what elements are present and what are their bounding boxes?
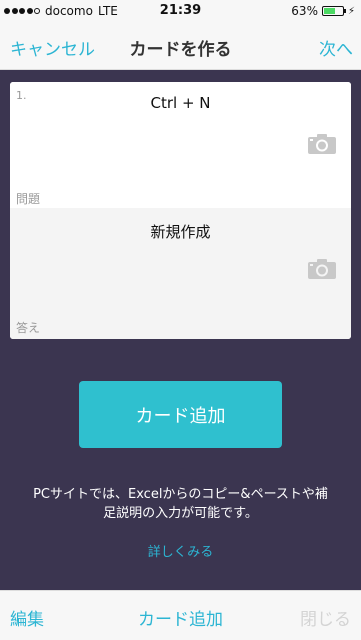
- question-field[interactable]: 1. Ctrl + N 問題: [10, 82, 351, 208]
- learn-more-link[interactable]: 詳しくみる: [0, 541, 361, 560]
- question-text[interactable]: Ctrl + N: [10, 94, 351, 112]
- add-card-button[interactable]: カード追加: [79, 381, 282, 448]
- camera-icon[interactable]: [307, 258, 337, 280]
- answer-field[interactable]: 新規作成 答え: [10, 208, 351, 339]
- page-title: カードを作る: [129, 40, 232, 60]
- answer-text[interactable]: 新規作成: [10, 221, 351, 242]
- question-label: 問題: [16, 192, 41, 206]
- battery-icon: [321, 6, 346, 16]
- charging-icon: ⚡: [347, 5, 355, 17]
- bottom-toolbar: 編集 カード追加 閉じる: [0, 590, 361, 640]
- status-bar: docomo LTE 21:39 63% ⚡: [0, 0, 361, 22]
- close-button[interactable]: 閉じる: [300, 605, 351, 630]
- battery-percent: 63%: [291, 4, 318, 18]
- next-button[interactable]: 次へ: [319, 35, 353, 60]
- status-right: 63% ⚡: [291, 4, 355, 18]
- camera-icon[interactable]: [307, 133, 337, 155]
- info-line-1: PCサイトでは、Excelからのコピー&ペーストや補: [33, 487, 328, 502]
- answer-label: 答え: [16, 321, 41, 335]
- info-line-2: 足説明の入力が可能です。: [103, 506, 258, 521]
- card-editor: 1. Ctrl + N 問題 新規作成 答え: [10, 82, 351, 339]
- pc-site-info: PCサイトでは、Excelからのコピー&ペーストや補 足説明の入力が可能です。: [0, 485, 361, 523]
- nav-bar: キャンセル カードを作る 次へ: [0, 22, 361, 70]
